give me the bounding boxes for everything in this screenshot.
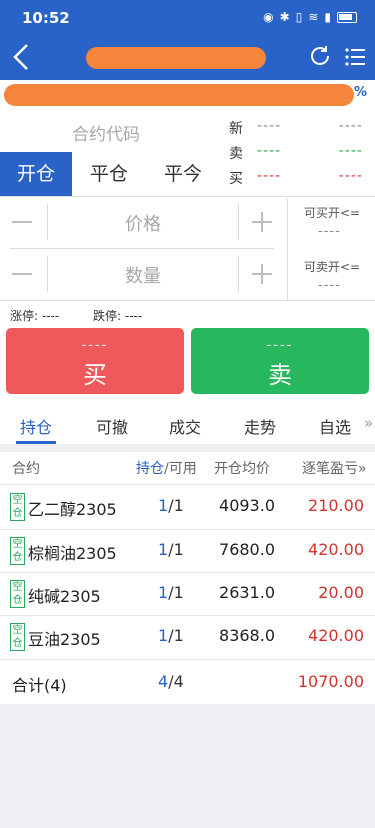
- short-position-tag: 空仓: [10, 493, 25, 521]
- row-pnl: 210.00: [308, 496, 364, 515]
- status-time: 10:52: [22, 9, 70, 27]
- row-pnl: 420.00: [308, 540, 364, 559]
- status-bar: 10:52 ◉ ✱ ▯ ≋ ▮: [0, 0, 375, 34]
- divider: [0, 196, 375, 197]
- short-position-tag: 空仓: [10, 580, 25, 608]
- col-avg-price: 开仓均价: [214, 461, 270, 477]
- positions-table-header: 合约 持仓 /可用 开仓均价 逐笔盈亏»: [0, 452, 375, 484]
- nav-bar: [0, 34, 375, 80]
- table-row[interactable]: 空仓 乙二醇2305 1/1 4093.0 210.00: [0, 485, 375, 529]
- tab-filled[interactable]: 成交: [169, 414, 201, 438]
- quantity-stepper: 数量: [0, 250, 285, 300]
- row-position: 1/1: [158, 540, 184, 559]
- summary-percent: %: [353, 85, 367, 100]
- total-pnl: 1070.00: [297, 672, 364, 691]
- row-contract: 乙二醇2305: [28, 500, 117, 519]
- row-avg-price: 2631.0: [219, 583, 275, 602]
- table-row[interactable]: 空仓 纯碱2305 1/1 2631.0 20.00: [0, 572, 375, 616]
- row-pnl: 20.00: [318, 583, 364, 602]
- back-arrow-icon[interactable]: [8, 40, 38, 74]
- col-hold[interactable]: 持仓: [136, 458, 164, 478]
- tab-cancelable[interactable]: 可撤: [96, 414, 128, 438]
- price-minus-button[interactable]: [10, 210, 34, 234]
- section-gap: [0, 444, 375, 452]
- tab-watchlist[interactable]: 自选: [319, 414, 351, 438]
- contract-code-input[interactable]: 合约代码: [72, 120, 140, 145]
- tab-trend[interactable]: 走势: [244, 414, 276, 438]
- row-contract: 豆油2305: [28, 630, 101, 649]
- menu-list-icon[interactable]: [343, 45, 367, 69]
- list-tabs: 持仓 可撤 成交 走势 自选 »: [0, 404, 375, 444]
- price-input[interactable]: 价格: [48, 210, 238, 236]
- price-plus-button[interactable]: [250, 210, 274, 234]
- quantity-minus-button[interactable]: [10, 262, 34, 286]
- short-position-tag: 空仓: [10, 537, 25, 565]
- tab-positions[interactable]: 持仓: [20, 414, 52, 438]
- table-total-row: 合计(4) 4/4 1070.00: [0, 661, 375, 705]
- limit-up: 涨停: ----: [10, 309, 60, 323]
- sell-button[interactable]: ---- 卖: [191, 328, 369, 394]
- wifi-icon: ≋: [308, 10, 319, 24]
- vibrate-icon: ▯: [295, 10, 303, 24]
- col-contract: 合约: [12, 461, 40, 477]
- row-contract: 棕榈油2305: [28, 544, 117, 563]
- row-position: 1/1: [158, 626, 184, 645]
- total-position: 4/4: [158, 672, 184, 691]
- table-row[interactable]: 空仓 棕榈油2305 1/1 7680.0 420.00: [0, 529, 375, 573]
- battery-icon: [337, 11, 357, 23]
- empty-area: [0, 704, 375, 828]
- price-limits: 涨停: ---- 跌停: ----: [10, 307, 172, 324]
- can-sell-label: 可卖开<=: [304, 260, 361, 274]
- row-position: 1/1: [158, 583, 184, 602]
- signal-icon: ▮: [324, 10, 331, 24]
- can-sell-value: ----: [318, 278, 341, 293]
- can-buy-label: 可买开<=: [304, 206, 361, 220]
- tab-open[interactable]: 开仓: [0, 152, 72, 196]
- total-label: 合计(4): [12, 676, 67, 695]
- row-contract: 纯碱2305: [28, 587, 101, 606]
- short-position-tag: 空仓: [10, 623, 25, 651]
- can-buy-value: ----: [318, 224, 341, 239]
- divider: [287, 198, 288, 300]
- col-available: /可用: [164, 461, 197, 477]
- row-avg-price: 4093.0: [219, 496, 275, 515]
- eye-icon: ◉: [263, 10, 274, 24]
- status-icons: ◉ ✱ ▯ ≋ ▮: [263, 10, 357, 24]
- more-tabs-icon[interactable]: »: [364, 414, 373, 432]
- table-row[interactable]: 空仓 豆油2305 1/1 8368.0 420.00: [0, 615, 375, 659]
- redacted-title: [86, 47, 266, 69]
- price-stepper: 价格: [0, 198, 285, 248]
- tab-close-today[interactable]: 平今: [146, 152, 220, 196]
- bluetooth-icon: ✱: [279, 10, 290, 24]
- col-pnl[interactable]: 逐笔盈亏»: [302, 458, 367, 478]
- divider: [0, 300, 375, 301]
- refresh-icon[interactable]: [308, 44, 332, 68]
- row-avg-price: 8368.0: [219, 626, 275, 645]
- row-pnl: 420.00: [308, 626, 364, 645]
- limit-down: 跌停: ----: [93, 309, 143, 323]
- divider: [10, 248, 274, 249]
- quote-summary-bar: %: [0, 80, 375, 110]
- quantity-input[interactable]: 数量: [48, 262, 238, 288]
- quote-row-last: 新 ---- ----: [229, 118, 363, 137]
- redacted-summary: [4, 84, 354, 106]
- tab-close[interactable]: 平仓: [72, 152, 146, 196]
- buy-button[interactable]: ---- 买: [6, 328, 184, 394]
- row-position: 1/1: [158, 496, 184, 515]
- row-avg-price: 7680.0: [219, 540, 275, 559]
- order-type-tabs: 开仓 平仓 平今: [0, 152, 290, 196]
- quantity-plus-button[interactable]: [250, 262, 274, 286]
